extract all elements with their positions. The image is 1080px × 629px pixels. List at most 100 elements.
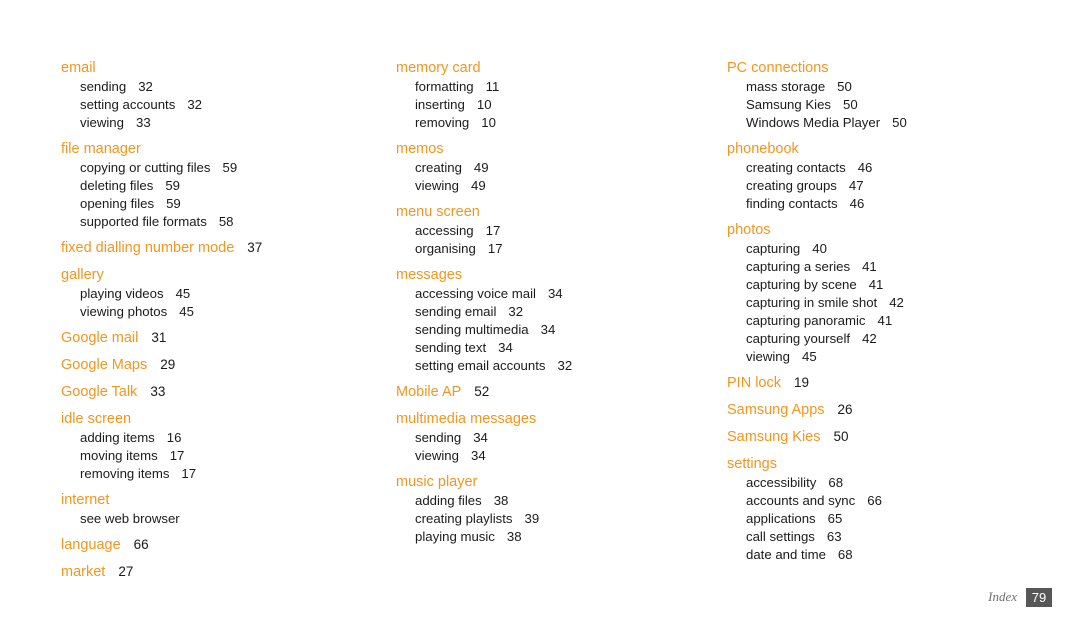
index-subentry[interactable]: capturing yourself 42 bbox=[746, 330, 1057, 348]
index-heading[interactable]: memos bbox=[396, 139, 716, 159]
index-heading[interactable]: settings bbox=[727, 454, 1057, 474]
index-subentry-label: accounts and sync bbox=[746, 493, 856, 508]
index-heading[interactable]: menu screen bbox=[396, 202, 716, 222]
index-subentry-page-number: 39 bbox=[524, 511, 540, 526]
index-subentry[interactable]: organising 17 bbox=[415, 240, 716, 258]
index-heading[interactable]: idle screen bbox=[61, 409, 381, 429]
index-heading[interactable]: file manager bbox=[61, 139, 381, 159]
index-subentry-label: accessing voice mail bbox=[415, 286, 536, 301]
index-subentry[interactable]: applications 65 bbox=[746, 510, 1057, 528]
index-subentry[interactable]: date and time 68 bbox=[746, 546, 1057, 564]
index-subentry[interactable]: viewing 49 bbox=[415, 177, 716, 195]
index-subentry-page-number: 34 bbox=[470, 448, 486, 463]
index-heading[interactable]: Mobile AP 52 bbox=[396, 382, 716, 402]
index-heading[interactable]: multimedia messages bbox=[396, 409, 716, 429]
index-subentry[interactable]: capturing 40 bbox=[746, 240, 1057, 258]
index-heading[interactable]: music player bbox=[396, 472, 716, 492]
index-subentry[interactable]: capturing by scene 41 bbox=[746, 276, 1057, 294]
index-heading[interactable]: Samsung Kies 50 bbox=[727, 427, 1057, 447]
index-subentry[interactable]: setting email accounts 32 bbox=[415, 357, 716, 375]
index-subentry[interactable]: copying or cutting files 59 bbox=[80, 159, 381, 177]
index-subentry-list: sending 32 setting accounts 32 viewing 33 bbox=[61, 78, 381, 132]
index-subentry[interactable]: capturing in smile shot 42 bbox=[746, 294, 1057, 312]
index-subentry[interactable]: playing videos 45 bbox=[80, 285, 381, 303]
index-subentry-page-number: 45 bbox=[175, 286, 191, 301]
index-subentry[interactable]: sending 32 bbox=[80, 78, 381, 96]
index-subentry-label: capturing yourself bbox=[746, 331, 851, 346]
index-subentry[interactable]: playing music 38 bbox=[415, 528, 716, 546]
index-subentry[interactable]: creating playlists 39 bbox=[415, 510, 716, 528]
index-heading-label: Google mail bbox=[61, 330, 139, 346]
index-subentry[interactable]: call settings 63 bbox=[746, 528, 1057, 546]
index-subentry[interactable]: removing 10 bbox=[415, 114, 716, 132]
index-heading[interactable]: photos bbox=[727, 220, 1057, 240]
index-subentry[interactable]: sending 34 bbox=[415, 429, 716, 447]
index-subentry[interactable]: removing items 17 bbox=[80, 465, 381, 483]
index-subentry[interactable]: viewing 34 bbox=[415, 447, 716, 465]
index-subentry-label: date and time bbox=[746, 547, 826, 562]
index-subentry[interactable]: adding items 16 bbox=[80, 429, 381, 447]
index-subentry[interactable]: creating contacts 46 bbox=[746, 159, 1057, 177]
index-subentry[interactable]: finding contacts 46 bbox=[746, 195, 1057, 213]
index-subentry[interactable]: accessing 17 bbox=[415, 222, 716, 240]
index-subentry-label: viewing bbox=[746, 349, 790, 364]
index-subentry-label: Windows Media Player bbox=[746, 115, 881, 130]
index-heading[interactable]: Google Talk 33 bbox=[61, 382, 381, 402]
index-subentry[interactable]: sending multimedia 34 bbox=[415, 321, 716, 339]
index-entry-group: Mobile AP 52 bbox=[396, 382, 716, 402]
index-heading-label: Mobile AP bbox=[396, 384, 462, 400]
index-subentry[interactable]: inserting 10 bbox=[415, 96, 716, 114]
index-heading[interactable]: PIN lock 19 bbox=[727, 373, 1057, 393]
index-subentry[interactable]: formatting 11 bbox=[415, 78, 716, 96]
index-heading[interactable]: phonebook bbox=[727, 139, 1057, 159]
index-subentry[interactable]: viewing 45 bbox=[746, 348, 1057, 366]
index-heading[interactable]: market 27 bbox=[61, 562, 381, 582]
index-subentry[interactable]: accessibility 68 bbox=[746, 474, 1057, 492]
index-heading[interactable]: Google mail 31 bbox=[61, 328, 381, 348]
index-entry-group: PC connections mass storage 50 Samsung Kies… bbox=[727, 58, 1057, 132]
index-subentry[interactable]: sending text 34 bbox=[415, 339, 716, 357]
index-subentry[interactable]: moving items 17 bbox=[80, 447, 381, 465]
index-subentry-page-number: 32 bbox=[187, 97, 202, 112]
index-subentry[interactable]: accounts and sync 66 bbox=[746, 492, 1057, 510]
index-entry-group: memory card formatting 11 inserting 10 removi… bbox=[396, 58, 716, 132]
index-subentry[interactable]: opening files 59 bbox=[80, 195, 381, 213]
index-subentry[interactable]: capturing a series 41 bbox=[746, 258, 1057, 276]
index-subentry[interactable]: Windows Media Player 50 bbox=[746, 114, 1057, 132]
index-subentry[interactable]: creating 49 bbox=[415, 159, 716, 177]
index-subentry[interactable]: adding files 38 bbox=[415, 492, 716, 510]
index-entry-group: gallery playing videos 45 viewing photos 45 bbox=[61, 265, 381, 321]
index-heading[interactable]: internet bbox=[61, 490, 381, 510]
index-subentry[interactable]: capturing panoramic 41 bbox=[746, 312, 1057, 330]
index-subentry[interactable]: supported file formats 58 bbox=[80, 213, 381, 231]
index-heading-page-number: 52 bbox=[474, 384, 490, 399]
index-subentry[interactable]: creating groups 47 bbox=[746, 177, 1057, 195]
index-heading[interactable]: messages bbox=[396, 265, 716, 285]
index-subentry-label: capturing by scene bbox=[746, 277, 857, 292]
index-heading[interactable]: Samsung Apps 26 bbox=[727, 400, 1057, 420]
index-heading-label: idle screen bbox=[61, 411, 132, 427]
index-heading[interactable]: Google Maps 29 bbox=[61, 355, 381, 375]
index-subentry[interactable]: viewing 33 bbox=[80, 114, 381, 132]
index-subentry-list: formatting 11 inserting 10 removing 10 bbox=[396, 78, 716, 132]
index-subentry[interactable]: deleting files 59 bbox=[80, 177, 381, 195]
index-subentry[interactable]: sending email 32 bbox=[415, 303, 716, 321]
index-subentry[interactable]: see web browser bbox=[80, 510, 381, 528]
index-heading[interactable]: language 66 bbox=[61, 535, 381, 555]
index-heading[interactable]: memory card bbox=[396, 58, 716, 78]
index-subentry-page-number: 47 bbox=[848, 178, 864, 193]
index-heading[interactable]: PC connections bbox=[727, 58, 1057, 78]
index-subentry-page-number: 46 bbox=[857, 160, 873, 175]
index-heading-label: memos bbox=[396, 141, 444, 157]
index-subentry[interactable]: mass storage 50 bbox=[746, 78, 1057, 96]
index-heading[interactable]: email bbox=[61, 58, 381, 78]
index-subentry[interactable]: accessing voice mail 34 bbox=[415, 285, 716, 303]
index-subentry-page-number: 11 bbox=[485, 79, 500, 94]
index-subentry[interactable]: viewing photos 45 bbox=[80, 303, 381, 321]
index-subentry-label: viewing bbox=[80, 115, 124, 130]
index-subentry[interactable]: setting accounts 32 bbox=[80, 96, 381, 114]
index-heading[interactable]: fixed dialling number mode 37 bbox=[61, 238, 381, 258]
index-subentry[interactable]: Samsung Kies 50 bbox=[746, 96, 1057, 114]
index-heading[interactable]: gallery bbox=[61, 265, 381, 285]
index-subentry-label: sending bbox=[80, 79, 127, 94]
